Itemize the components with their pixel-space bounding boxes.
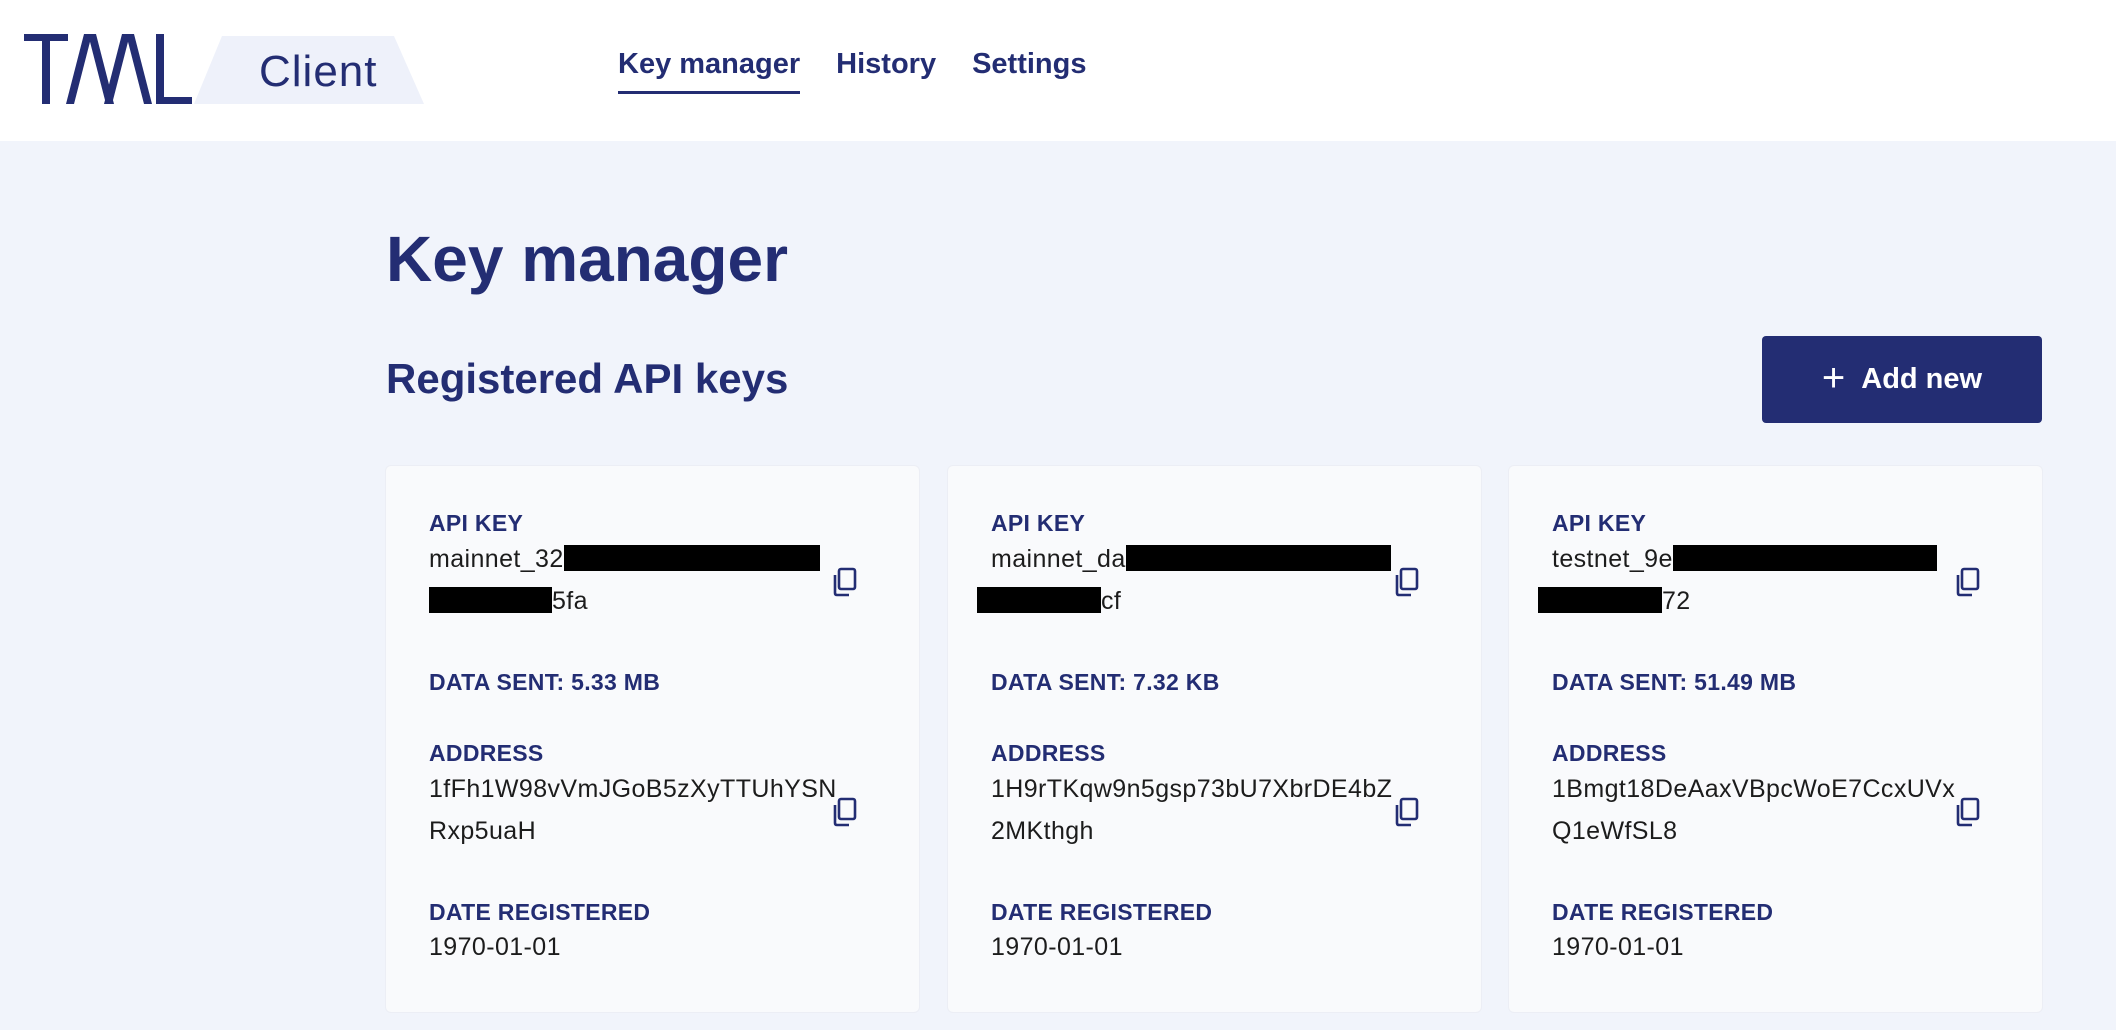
redaction-bar [1538, 587, 1662, 613]
plus-icon: + [1821, 355, 1846, 400]
api-key-label: API KEY [991, 510, 1086, 536]
date-registered-value: 1970-01-01 [1552, 933, 1684, 961]
data-sent: DATA SENT: 7.32 KB [991, 669, 1220, 695]
copy-icon[interactable] [1952, 796, 1982, 828]
nav-settings[interactable]: Settings [972, 48, 1086, 94]
date-registered-label: DATE REGISTERED [991, 899, 1213, 925]
data-sent: DATA SENT: 51.49 MB [1552, 669, 1797, 695]
section-title: Registered API keys [386, 355, 789, 402]
api-key-suffix: 72 [1662, 587, 1691, 615]
main-nav: Key manager History Settings [618, 48, 1086, 94]
api-key-label: API KEY [429, 510, 524, 536]
nav-history[interactable]: History [836, 48, 936, 94]
address-value: 1fFh1W98vVmJGoB5zXyTTUhYSN Rxp5uaH [429, 768, 837, 852]
copy-icon[interactable] [1391, 566, 1421, 598]
api-key-label: API KEY [1552, 510, 1647, 536]
address-line: Rxp5uaH [429, 817, 537, 845]
date-registered-label: DATE REGISTERED [1552, 899, 1774, 925]
api-key-value: mainnet_32 5fa [429, 538, 820, 622]
address-line: 1H9rTKqw9n5gsp73bU7XbrDE4bZ [991, 775, 1393, 803]
add-new-label: Add new [1861, 363, 1983, 395]
nav-key-manager[interactable]: Key manager [618, 48, 801, 94]
api-key-card: API KEY mainnet_32 5fa DATA SENT: 5.33 M… [386, 466, 919, 1012]
redaction-bar [1125, 545, 1391, 571]
app-header: Client Key manager History Settings [0, 0, 2116, 141]
redaction-bar [1672, 545, 1937, 571]
api-key-prefix: testnet_9e [1552, 545, 1673, 573]
address-value: 1H9rTKqw9n5gsp73bU7XbrDE4bZ 2MKthgh [991, 768, 1392, 852]
address-line: 1fFh1W98vVmJGoB5zXyTTUhYSN [429, 775, 837, 803]
date-registered-label: DATE REGISTERED [429, 899, 651, 925]
page-title: Key manager [386, 223, 788, 295]
address-label: ADDRESS [1552, 740, 1667, 766]
address-line: 2MKthgh [991, 817, 1094, 845]
date-registered-value: 1970-01-01 [429, 933, 561, 961]
copy-icon[interactable] [829, 796, 859, 828]
api-key-prefix: mainnet_da [991, 545, 1126, 573]
address-label: ADDRESS [991, 740, 1106, 766]
brand-logo[interactable]: Client [24, 34, 424, 106]
redaction-bar [563, 545, 820, 571]
data-sent: DATA SENT: 5.33 MB [429, 669, 661, 695]
address-line: 1Bmgt18DeAaxVBpcWoE7CcxUVx [1552, 775, 1956, 803]
add-new-button[interactable]: + Add new [1762, 336, 2042, 423]
copy-icon[interactable] [1391, 796, 1421, 828]
address-line: Q1eWfSL8 [1552, 817, 1678, 845]
redaction-bar [977, 587, 1101, 613]
api-key-value: testnet_9e 72 [1538, 538, 1937, 622]
address-value: 1Bmgt18DeAaxVBpcWoE7CcxUVx Q1eWfSL8 [1552, 768, 1955, 852]
api-key-value: mainnet_da cf [977, 538, 1391, 622]
api-key-suffix: cf [1101, 587, 1122, 615]
product-name: Client [259, 47, 378, 96]
address-label: ADDRESS [429, 740, 544, 766]
redaction-bar [429, 587, 552, 613]
api-key-card: API KEY mainnet_da cf DATA SENT: 7.32 KB… [948, 466, 1481, 1012]
date-registered-value: 1970-01-01 [991, 933, 1123, 961]
api-key-prefix: mainnet_32 [429, 545, 564, 573]
product-tag: Client [194, 36, 424, 104]
copy-icon[interactable] [829, 566, 859, 598]
api-key-suffix: 5fa [552, 587, 588, 615]
copy-icon[interactable] [1952, 566, 1982, 598]
api-key-card: API KEY testnet_9e 72 DATA SENT: 51.49 M… [1509, 466, 2042, 1012]
taal-logo-icon [24, 34, 192, 104]
